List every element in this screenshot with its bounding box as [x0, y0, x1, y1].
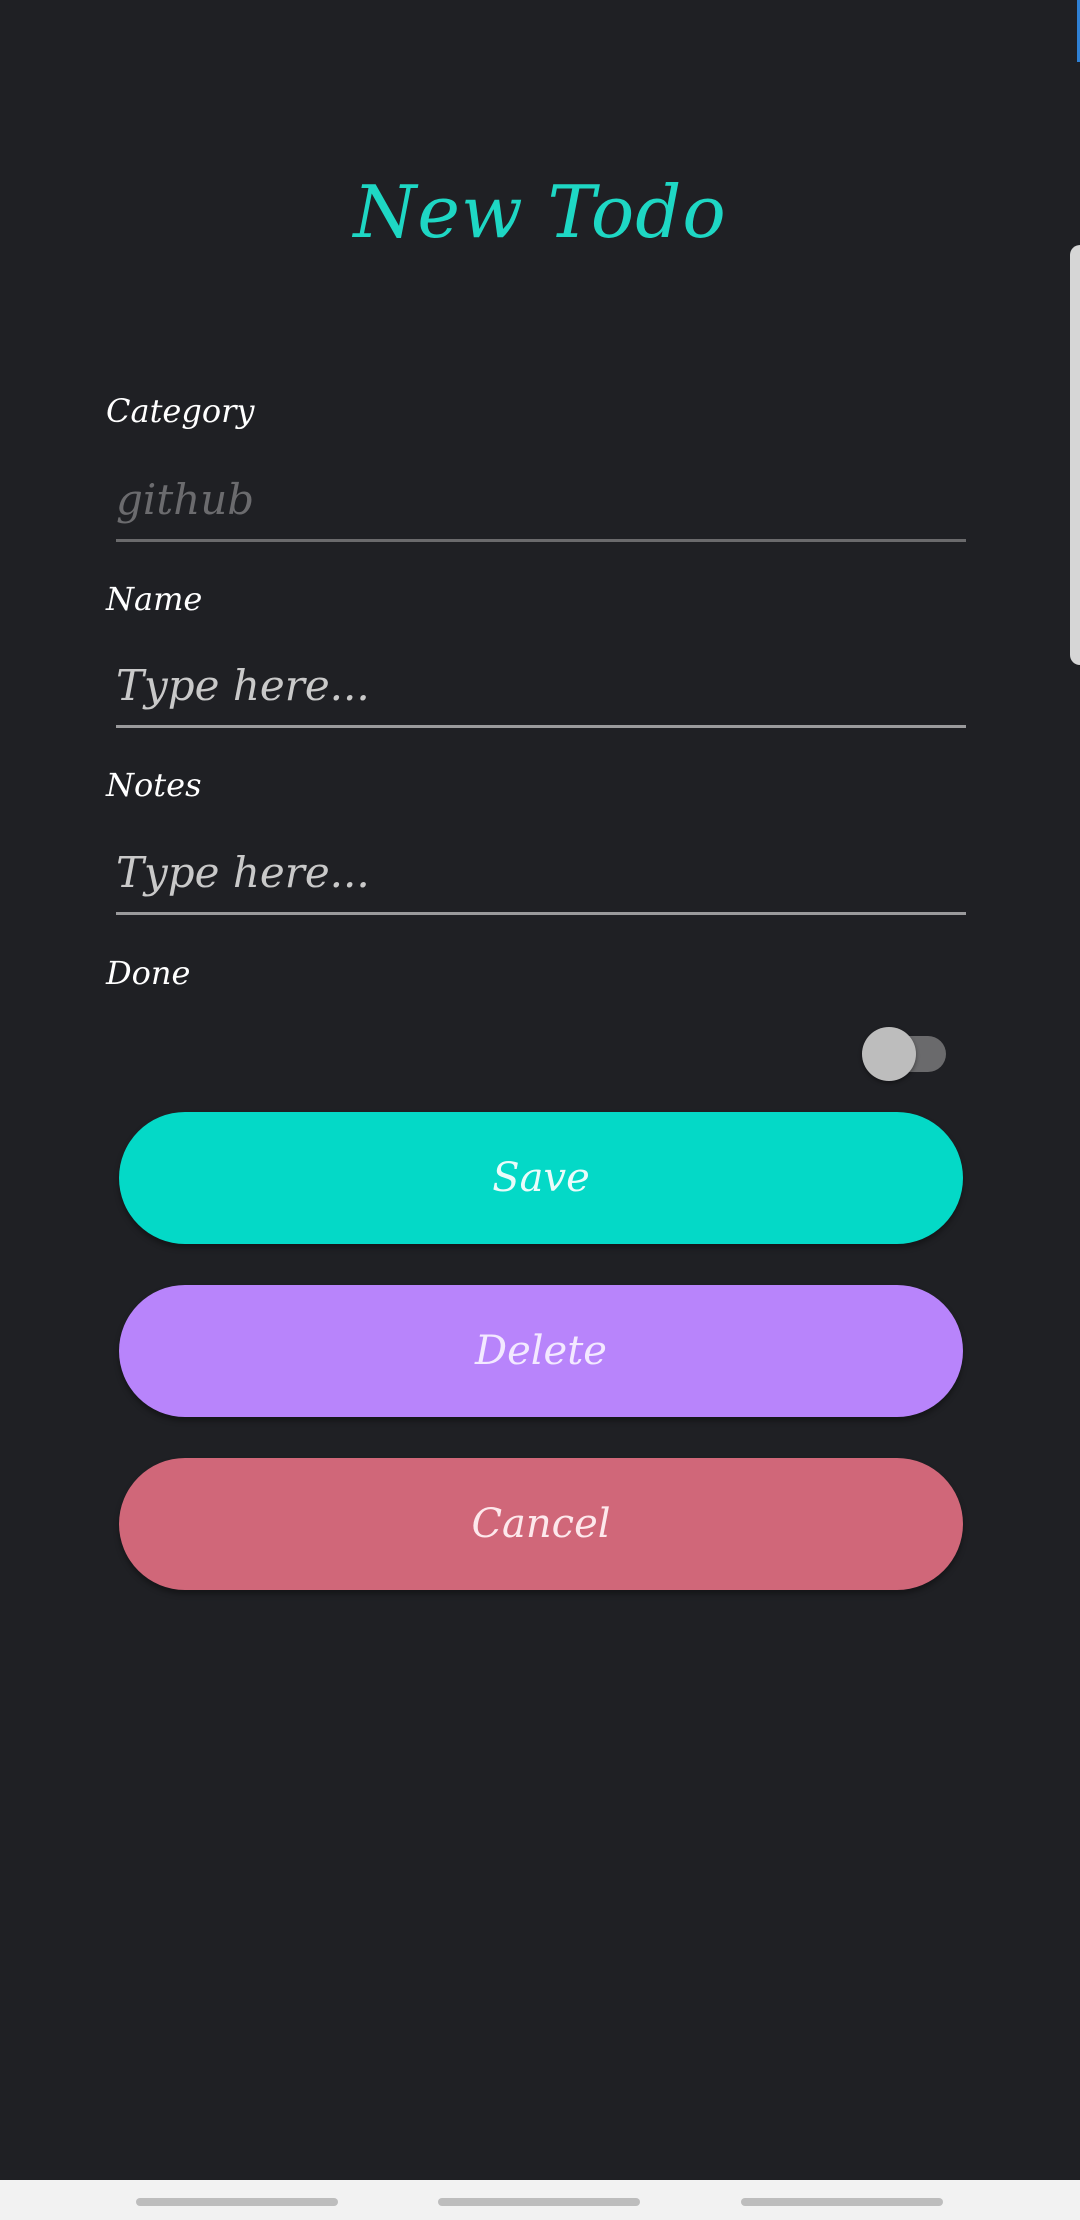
save-button[interactable]: Save [119, 1112, 963, 1244]
notes-field[interactable] [116, 839, 966, 915]
done-label: Done [106, 954, 191, 992]
delete-button[interactable]: Delete [119, 1285, 963, 1417]
nav-handle-icon[interactable] [741, 2198, 943, 2206]
cancel-button[interactable]: Cancel [119, 1458, 963, 1590]
category-label: Category [106, 392, 255, 430]
nav-handle-icon[interactable] [438, 2198, 640, 2206]
scrollbar[interactable] [1070, 245, 1080, 665]
name-field[interactable] [116, 652, 966, 728]
toggle-thumb [862, 1027, 916, 1081]
notes-label: Notes [106, 766, 202, 804]
nav-handle-icon[interactable] [136, 2198, 338, 2206]
category-field[interactable] [116, 466, 966, 542]
name-label: Name [106, 580, 203, 618]
page-title: New Todo [353, 170, 727, 254]
done-toggle[interactable] [862, 1020, 946, 1081]
system-nav-bar [0, 2180, 1080, 2220]
